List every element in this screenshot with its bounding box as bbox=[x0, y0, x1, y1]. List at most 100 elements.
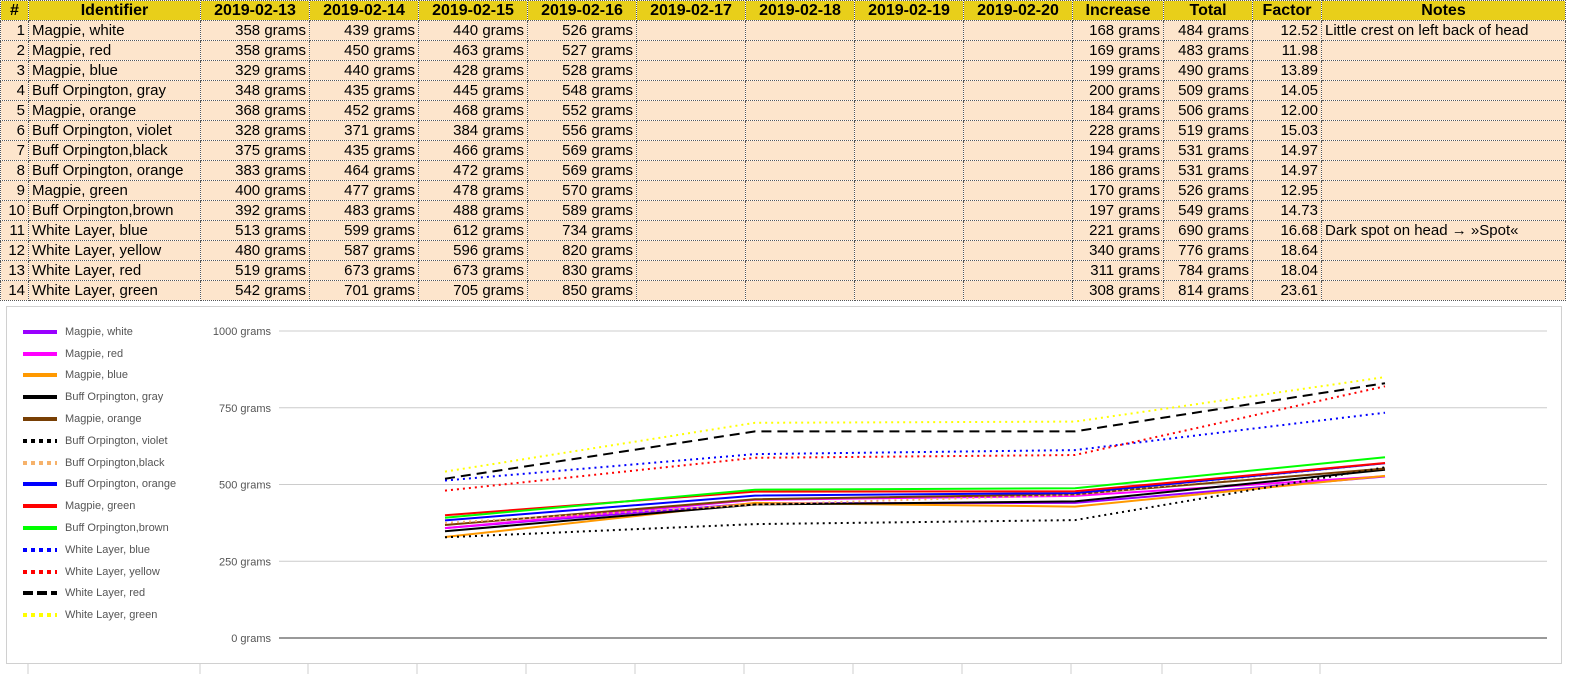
table-cell[interactable]: 329 grams bbox=[200, 60, 310, 81]
table-cell[interactable]: 9 bbox=[0, 180, 29, 201]
table-cell[interactable] bbox=[745, 120, 855, 141]
table-cell[interactable]: 23.61 bbox=[1252, 280, 1322, 301]
table-cell[interactable] bbox=[854, 20, 964, 41]
table-cell[interactable]: 169 grams bbox=[1072, 40, 1164, 61]
table-cell[interactable] bbox=[854, 40, 964, 61]
table-cell[interactable] bbox=[745, 140, 855, 161]
column-header[interactable]: 2019-02-19 bbox=[854, 0, 964, 21]
table-cell[interactable]: 519 grams bbox=[1163, 120, 1253, 141]
column-header[interactable]: 2019-02-20 bbox=[963, 0, 1073, 21]
table-cell[interactable]: 776 grams bbox=[1163, 240, 1253, 261]
table-cell[interactable]: 556 grams bbox=[527, 120, 637, 141]
table-cell[interactable]: 569 grams bbox=[527, 140, 637, 161]
table-cell[interactable]: 440 grams bbox=[418, 20, 528, 41]
table-cell[interactable]: 587 grams bbox=[309, 240, 419, 261]
table-cell[interactable]: 506 grams bbox=[1163, 100, 1253, 121]
table-cell[interactable]: 452 grams bbox=[309, 100, 419, 121]
table-cell[interactable] bbox=[745, 240, 855, 261]
table-cell[interactable]: 477 grams bbox=[309, 180, 419, 201]
table-cell[interactable] bbox=[636, 140, 746, 161]
table-cell[interactable]: 199 grams bbox=[1072, 60, 1164, 81]
table-cell[interactable] bbox=[854, 260, 964, 281]
table-cell[interactable]: Magpie, red bbox=[28, 40, 201, 61]
table-cell[interactable]: 612 grams bbox=[418, 220, 528, 241]
table-cell[interactable]: 527 grams bbox=[527, 40, 637, 61]
table-cell[interactable]: 200 grams bbox=[1072, 80, 1164, 101]
table-cell[interactable] bbox=[854, 160, 964, 181]
table-cell[interactable]: 850 grams bbox=[527, 280, 637, 301]
table-cell[interactable]: 784 grams bbox=[1163, 260, 1253, 281]
table-cell[interactable]: 12 bbox=[0, 240, 29, 261]
table-cell[interactable] bbox=[745, 260, 855, 281]
table-cell[interactable]: 440 grams bbox=[309, 60, 419, 81]
table-cell[interactable]: 4 bbox=[0, 80, 29, 101]
table-cell[interactable]: 513 grams bbox=[200, 220, 310, 241]
table-cell[interactable]: 221 grams bbox=[1072, 220, 1164, 241]
table-cell[interactable] bbox=[854, 180, 964, 201]
column-header[interactable]: Factor bbox=[1252, 0, 1322, 21]
table-cell[interactable]: 435 grams bbox=[309, 80, 419, 101]
table-cell[interactable] bbox=[1321, 180, 1566, 201]
table-cell[interactable] bbox=[745, 40, 855, 61]
column-header[interactable]: 2019-02-18 bbox=[745, 0, 855, 21]
column-header[interactable]: Total bbox=[1163, 0, 1253, 21]
table-cell[interactable]: 308 grams bbox=[1072, 280, 1164, 301]
table-cell[interactable] bbox=[1321, 200, 1566, 221]
table-cell[interactable]: 383 grams bbox=[200, 160, 310, 181]
table-cell[interactable]: 463 grams bbox=[418, 40, 528, 61]
table-cell[interactable]: 490 grams bbox=[1163, 60, 1253, 81]
table-cell[interactable]: 519 grams bbox=[200, 260, 310, 281]
table-cell[interactable] bbox=[963, 260, 1073, 281]
table-cell[interactable]: 450 grams bbox=[309, 40, 419, 61]
table-cell[interactable]: 197 grams bbox=[1072, 200, 1164, 221]
table-cell[interactable]: Magpie, blue bbox=[28, 60, 201, 81]
table-cell[interactable]: Dark spot on head → »Spot« bbox=[1321, 220, 1566, 241]
table-cell[interactable] bbox=[636, 100, 746, 121]
table-cell[interactable]: 484 grams bbox=[1163, 20, 1253, 41]
table-cell[interactable]: 358 grams bbox=[200, 40, 310, 61]
table-cell[interactable]: 168 grams bbox=[1072, 20, 1164, 41]
table-cell[interactable]: 384 grams bbox=[418, 120, 528, 141]
table-cell[interactable]: 194 grams bbox=[1072, 140, 1164, 161]
table-cell[interactable] bbox=[636, 180, 746, 201]
table-cell[interactable]: 483 grams bbox=[1163, 40, 1253, 61]
table-cell[interactable]: 526 grams bbox=[1163, 180, 1253, 201]
table-cell[interactable] bbox=[745, 200, 855, 221]
table-cell[interactable]: 478 grams bbox=[418, 180, 528, 201]
table-cell[interactable]: 464 grams bbox=[309, 160, 419, 181]
table-cell[interactable] bbox=[745, 180, 855, 201]
chart-container[interactable]: Magpie, white Magpie, red Magpie, blue Buff… bbox=[6, 306, 1562, 664]
table-cell[interactable]: 7 bbox=[0, 140, 29, 161]
table-cell[interactable]: 184 grams bbox=[1072, 100, 1164, 121]
table-cell[interactable]: 480 grams bbox=[200, 240, 310, 261]
table-cell[interactable] bbox=[963, 280, 1073, 301]
table-cell[interactable] bbox=[1321, 40, 1566, 61]
table-cell[interactable]: 526 grams bbox=[527, 20, 637, 41]
table-cell[interactable]: 10 bbox=[0, 200, 29, 221]
table-cell[interactable]: 348 grams bbox=[200, 80, 310, 101]
table-cell[interactable]: 328 grams bbox=[200, 120, 310, 141]
table-cell[interactable] bbox=[745, 20, 855, 41]
table-cell[interactable]: 488 grams bbox=[418, 200, 528, 221]
table-cell[interactable] bbox=[963, 20, 1073, 41]
table-cell[interactable] bbox=[963, 60, 1073, 81]
table-cell[interactable] bbox=[1321, 140, 1566, 161]
table-cell[interactable]: 12.95 bbox=[1252, 180, 1322, 201]
table-cell[interactable]: 690 grams bbox=[1163, 220, 1253, 241]
table-cell[interactable]: 509 grams bbox=[1163, 80, 1253, 101]
table-cell[interactable] bbox=[1321, 60, 1566, 81]
table-cell[interactable]: 673 grams bbox=[309, 260, 419, 281]
column-header[interactable]: 2019-02-13 bbox=[200, 0, 310, 21]
table-cell[interactable] bbox=[636, 80, 746, 101]
table-cell[interactable]: 13 bbox=[0, 260, 29, 281]
table-cell[interactable]: 14.05 bbox=[1252, 80, 1322, 101]
table-cell[interactable] bbox=[963, 200, 1073, 221]
table-cell[interactable]: 830 grams bbox=[527, 260, 637, 281]
series-line[interactable] bbox=[444, 376, 1386, 473]
table-cell[interactable]: 673 grams bbox=[418, 260, 528, 281]
table-cell[interactable]: Buff Orpington,black bbox=[28, 140, 201, 161]
table-cell[interactable] bbox=[636, 200, 746, 221]
table-cell[interactable] bbox=[636, 220, 746, 241]
table-cell[interactable]: 311 grams bbox=[1072, 260, 1164, 281]
table-cell[interactable]: 435 grams bbox=[309, 140, 419, 161]
